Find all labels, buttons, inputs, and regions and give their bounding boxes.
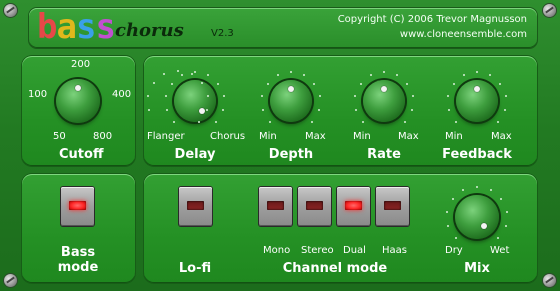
mix-max-label: Wet <box>490 245 510 256</box>
channel-mode-label: Channel mode <box>282 261 388 276</box>
mix-label: Mix <box>464 261 490 276</box>
delay-max-label: Chorus <box>210 131 246 142</box>
bass-mode-label-line2: mode <box>57 260 99 275</box>
cutoff-scale-top: 200 <box>71 59 91 70</box>
channel-haas-label: Haas <box>382 245 407 256</box>
feedback-min-label: Min <box>445 131 463 142</box>
rate-label: Rate <box>367 147 401 162</box>
tick-mark <box>476 71 478 73</box>
tick-mark <box>369 74 372 77</box>
plugin-window: bass chorus V2.3 Copyright (C) 2006 Trev… <box>0 0 560 291</box>
lofi-button[interactable] <box>179 187 212 226</box>
screw-top-right <box>543 4 556 17</box>
cutoff-scale-left: 100 <box>28 89 48 100</box>
tick-mark <box>276 74 279 77</box>
screw-bottom-left <box>4 274 17 287</box>
logo-chorus: chorus <box>115 20 184 41</box>
knob-pointer-icon <box>288 86 294 92</box>
logo-bass: bass <box>37 7 116 47</box>
channel-dual-button[interactable] <box>337 187 370 226</box>
tick-mark <box>290 71 292 73</box>
tick-mark <box>489 189 492 192</box>
cutoff-scale-bottom-left: 50 <box>53 131 66 142</box>
tick-mark <box>503 108 506 111</box>
haas-led-icon <box>384 201 401 210</box>
channel-dual-label: Dual <box>343 245 366 256</box>
copyright-text: Copyright (C) 2006 Trevor Magnusson <box>337 14 527 25</box>
tick-mark <box>462 74 465 77</box>
mono-led-icon <box>267 201 284 210</box>
depth-min-label: Min <box>259 131 277 142</box>
tick-mark <box>476 186 478 188</box>
tick-mark <box>214 120 217 123</box>
delay-knob[interactable] <box>174 80 216 122</box>
cutoff-label: Cutoff <box>59 147 104 162</box>
tick-mark <box>310 120 313 123</box>
rate-min-label: Min <box>353 131 371 142</box>
knob-pointer-icon <box>199 108 205 114</box>
tick-mark <box>170 82 173 85</box>
bass-mode-label-line1: Bass <box>60 245 96 260</box>
mix-knob[interactable] <box>455 195 499 239</box>
mix-min-label: Dry <box>445 245 463 256</box>
depth-knob[interactable] <box>270 80 312 122</box>
header-bar: bass chorus V2.3 Copyright (C) 2006 Trev… <box>29 8 537 48</box>
rate-max-label: Max <box>398 131 419 142</box>
delay-label: Delay <box>174 147 216 162</box>
cutoff-scale-bottom-right: 800 <box>93 131 113 142</box>
bass-mode-button[interactable] <box>61 187 94 226</box>
delay-min-label: Flanger <box>147 131 185 142</box>
logo-letter: b <box>37 7 58 47</box>
knob-pointer-icon <box>75 85 81 91</box>
cutoff-scale-right: 400 <box>112 89 132 100</box>
tick-mark <box>190 73 193 76</box>
depth-max-label: Max <box>305 131 326 142</box>
knob-pointer-icon <box>481 223 487 229</box>
dual-led-icon <box>345 201 362 210</box>
logo-letter: s <box>75 7 97 47</box>
tick-mark <box>452 82 455 85</box>
screw-bottom-right <box>543 274 556 287</box>
feedback-label: Feedback <box>442 147 512 162</box>
tick-mark <box>410 108 413 111</box>
rate-knob[interactable] <box>363 80 405 122</box>
tick-mark <box>205 109 208 112</box>
feedback-knob[interactable] <box>456 80 498 122</box>
feedback-max-label: Max <box>491 131 512 142</box>
channel-mono-label: Mono <box>263 245 291 256</box>
bass-mode-led-icon <box>69 201 86 210</box>
tick-mark <box>359 82 362 85</box>
lofi-label: Lo-fi <box>178 261 212 276</box>
logo-letter: s <box>95 7 116 47</box>
cutoff-knob[interactable] <box>56 79 100 123</box>
channel-stereo-button[interactable] <box>298 187 331 226</box>
tick-mark <box>383 71 385 73</box>
tick-mark <box>194 71 196 73</box>
version-label: V2.3 <box>211 28 234 39</box>
knob-pointer-icon <box>381 86 387 92</box>
logo-letter: a <box>56 7 77 47</box>
lofi-led-icon <box>187 201 204 210</box>
knob-pointer-icon <box>474 86 480 92</box>
copyright-block: Copyright (C) 2006 Trevor Magnusson www.… <box>338 12 527 42</box>
stereo-led-icon <box>306 201 323 210</box>
channel-mono-button[interactable] <box>259 187 292 226</box>
bass-mode-label: Bass mode <box>50 245 106 275</box>
channel-haas-button[interactable] <box>376 187 409 226</box>
tick-mark <box>266 82 269 85</box>
tick-mark <box>317 108 320 111</box>
tick-mark <box>221 108 224 111</box>
tick-mark <box>180 74 183 77</box>
depth-label: Depth <box>268 147 314 162</box>
screw-top-left <box>4 4 17 17</box>
channel-stereo-label: Stereo <box>301 245 334 256</box>
tick-mark <box>177 70 179 72</box>
tick-mark <box>496 120 499 123</box>
tick-mark <box>403 120 406 123</box>
website-link[interactable]: www.cloneensemble.com <box>338 27 527 42</box>
tick-mark <box>504 225 507 228</box>
